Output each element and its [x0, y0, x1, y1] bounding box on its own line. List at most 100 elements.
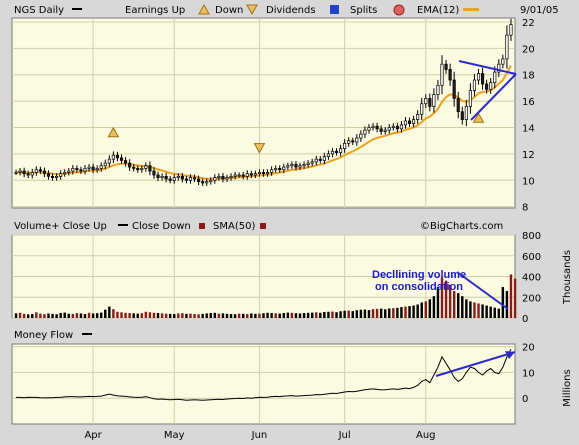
candle-body [460, 111, 464, 120]
candle-body [424, 98, 428, 105]
candle-body [213, 177, 217, 181]
candle-body [472, 79, 477, 91]
candle-body [379, 128, 383, 132]
price-panel [11, 17, 516, 209]
candle-body [302, 164, 306, 167]
candle-body [444, 63, 448, 70]
x-tick-label: Jun [251, 430, 268, 441]
volume-bar [371, 309, 375, 318]
candle-body [306, 162, 310, 165]
volume-bar [375, 308, 379, 318]
volume-bar [189, 313, 192, 318]
volume-bar [35, 312, 38, 318]
volume-bar [485, 305, 488, 318]
candle-body [485, 83, 489, 90]
volume-bar [43, 314, 46, 318]
price-y-tick: 10 [522, 176, 535, 187]
volume-bar [343, 310, 346, 318]
candle-body [14, 172, 18, 174]
annotation-line-2: on consolidation [375, 281, 463, 293]
volume-bar [481, 304, 484, 318]
volume-bar [112, 309, 115, 318]
candle-body [46, 173, 51, 177]
candle-body [403, 120, 408, 126]
volume-bar [241, 313, 245, 318]
x-tick-label: Apr [84, 430, 102, 441]
volume-bar [173, 314, 176, 318]
candle-body [282, 166, 286, 171]
dividends-label: Dividends [266, 5, 316, 16]
candle-body [87, 166, 91, 169]
volume-bar [156, 313, 160, 318]
close-up-swatch [118, 224, 128, 226]
volume-bar [108, 306, 111, 318]
volume-bar [282, 313, 286, 318]
candle-body [34, 169, 38, 173]
candle-body [395, 125, 399, 130]
moneyflow-swatch [82, 333, 92, 335]
candle-body [355, 137, 359, 143]
volume-bar [87, 312, 91, 318]
volume-bar [469, 301, 472, 318]
volume-bar [237, 313, 241, 318]
price-y-tick: 14 [522, 124, 535, 135]
moneyflow-y-tick: 10 [522, 368, 535, 379]
splits-icon [393, 4, 405, 16]
volume-bar [294, 313, 298, 318]
candle-body [18, 170, 22, 173]
volume-bar [229, 314, 233, 318]
volume-bar [355, 310, 359, 318]
candle-body [132, 166, 136, 169]
volume-bar [505, 291, 509, 318]
x-tick-label: Jul [338, 430, 351, 441]
candle-body [249, 173, 253, 176]
volume-bar [120, 312, 123, 318]
volume-bar [148, 312, 152, 318]
candle-body [241, 174, 245, 177]
volume-bar [152, 312, 156, 318]
candle-body [75, 168, 79, 171]
candle-body [334, 150, 339, 153]
chart-date: 9/01/05 [520, 5, 559, 16]
moneyflow-axis-label: Millions [562, 369, 573, 406]
candle-body [22, 170, 26, 175]
volume-bar [164, 313, 168, 318]
close-down-swatch [199, 223, 205, 229]
volume-bar [221, 313, 225, 318]
sma-label: SMA(50) [213, 221, 255, 232]
earnings-down-label: Down [215, 5, 243, 16]
price-header: NGS Daily Earnings Up Down Dividends Spl… [14, 3, 559, 16]
ema-legend-swatch [463, 8, 479, 11]
volume-bar [95, 313, 99, 318]
candle-body [468, 90, 472, 107]
sma-swatch [260, 223, 266, 229]
candle-body [261, 172, 266, 175]
volume-bar [47, 313, 50, 318]
volume-header: Volume+ Close Up Close Down SMA(50) ©Big… [14, 221, 503, 232]
volume-bar [177, 313, 180, 318]
candle-body [330, 150, 335, 155]
candle-body [318, 158, 322, 161]
x-tick-label: Aug [416, 430, 436, 441]
candle-body [286, 165, 290, 168]
candle-body [91, 166, 95, 171]
volume-y-tick: 400 [522, 273, 541, 284]
volume-bar [351, 311, 354, 318]
candle-body [205, 181, 209, 184]
volume-bar [335, 312, 338, 318]
candle-body [278, 168, 282, 171]
candle-body [339, 148, 343, 153]
volume-bar [359, 309, 363, 318]
volume-bar [209, 313, 212, 318]
volume-bar [465, 299, 468, 318]
dividends-icon [330, 5, 339, 14]
candle-body [493, 71, 497, 84]
volume-bar [408, 306, 411, 318]
stock-chart: NGS Daily Earnings Up Down Dividends Spl… [11, 3, 573, 441]
splits-label: Splits [350, 5, 377, 16]
candle-body [95, 168, 99, 171]
volume-bar [379, 308, 383, 318]
candle-body [464, 106, 468, 120]
candle-body [83, 168, 87, 172]
volume-bar [400, 307, 403, 318]
